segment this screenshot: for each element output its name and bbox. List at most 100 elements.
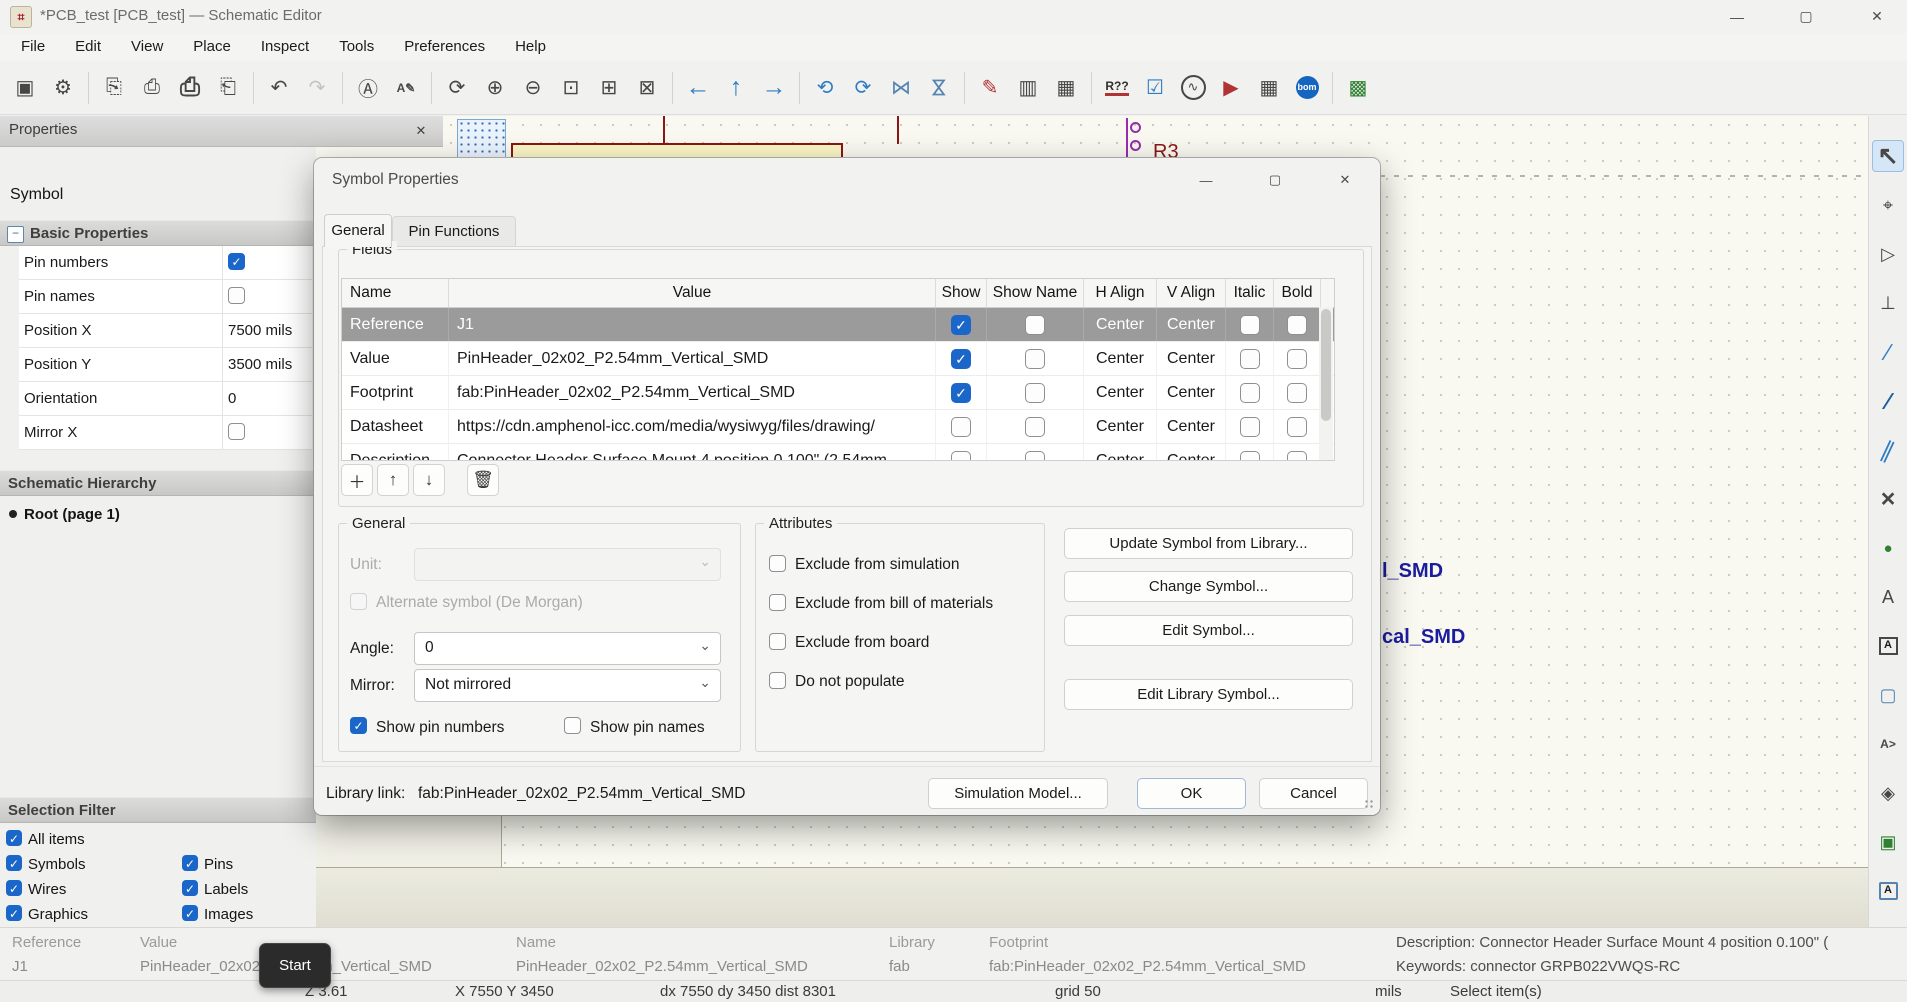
- assign-footprints-button[interactable]: ▦: [1047, 68, 1085, 108]
- show-name-checkbox[interactable]: [1025, 349, 1045, 369]
- menu-preferences[interactable]: Preferences: [389, 33, 500, 61]
- select-tool-button[interactable]: ↖: [1872, 140, 1904, 172]
- text-box-tool-button[interactable]: A: [1872, 875, 1904, 907]
- field-value[interactable]: PinHeader_02x02_P2.54mm_Vertical_SMD: [449, 342, 936, 375]
- cell-v-align[interactable]: Center: [1157, 308, 1226, 341]
- new-sheet-button[interactable]: ⎘: [95, 68, 133, 108]
- undo-button[interactable]: ↶: [260, 68, 298, 108]
- show-checkbox[interactable]: [951, 451, 971, 462]
- schematic-pin-wire[interactable]: [897, 116, 899, 144]
- maximize-icon[interactable]: ▢: [1783, 0, 1829, 33]
- show-checkbox[interactable]: [951, 349, 971, 369]
- column-header-value[interactable]: Value: [449, 279, 936, 307]
- place-symbol-tool-button[interactable]: ▷: [1872, 238, 1904, 270]
- property-row-position-y[interactable]: Position Y3500 mils: [19, 348, 312, 382]
- bold-checkbox[interactable]: [1287, 417, 1307, 437]
- cell-v-align[interactable]: Center: [1157, 444, 1226, 461]
- field-row-reference[interactable]: ReferenceJ1CenterCenter: [342, 308, 1334, 342]
- netclass-directive-tool-button[interactable]: ◈: [1872, 777, 1904, 809]
- mirror-horizontal-button[interactable]: ⋈: [882, 68, 920, 108]
- column-header-show-name[interactable]: Show Name: [987, 279, 1084, 307]
- show-checkbox[interactable]: [951, 383, 971, 403]
- mirror-select[interactable]: Not mirrored⌄: [414, 669, 721, 702]
- rotate-cw-button[interactable]: ⟳: [844, 68, 882, 108]
- italic-checkbox[interactable]: [1240, 383, 1260, 403]
- menu-place[interactable]: Place: [178, 33, 246, 61]
- panel-close-icon[interactable]: ✕: [412, 122, 430, 140]
- show-name-checkbox[interactable]: [1025, 417, 1045, 437]
- minimize-icon[interactable]: —: [1714, 0, 1760, 33]
- field-value[interactable]: fab:PinHeader_02x02_P2.54mm_Vertical_SMD: [449, 376, 936, 409]
- zoom-out-button[interactable]: ⊖: [514, 68, 552, 108]
- angle-select[interactable]: 0⌄: [414, 632, 721, 665]
- browse-symbol-libraries-button[interactable]: ▥: [1009, 68, 1047, 108]
- open-pcb-editor-button[interactable]: ▩: [1339, 68, 1377, 108]
- zoom-selection-button[interactable]: ⊠: [628, 68, 666, 108]
- basic-properties-section[interactable]: − Basic Properties: [0, 220, 316, 246]
- menu-view[interactable]: View: [116, 33, 178, 61]
- column-header-h-align[interactable]: H Align: [1084, 279, 1157, 307]
- collapse-icon[interactable]: −: [7, 226, 24, 243]
- zoom-fit-button[interactable]: ⊡: [552, 68, 590, 108]
- pin-names-checkbox[interactable]: [228, 287, 245, 304]
- cell-h-align[interactable]: Center: [1084, 444, 1157, 461]
- cell-v-align[interactable]: Center: [1157, 410, 1226, 443]
- edit-symbol-button[interactable]: Edit Symbol...: [1064, 615, 1353, 646]
- show-pin-names-checkbox[interactable]: [564, 717, 581, 734]
- menu-inspect[interactable]: Inspect: [246, 33, 324, 61]
- cell-h-align[interactable]: Center: [1084, 342, 1157, 375]
- field-value[interactable]: J1: [449, 308, 936, 341]
- rotate-ccw-button[interactable]: ⟲: [806, 68, 844, 108]
- field-row-datasheet[interactable]: Datasheethttps://cdn.amphenol-icc.com/me…: [342, 410, 1334, 444]
- tab-pin-functions[interactable]: Pin Functions: [392, 216, 516, 247]
- tab-general[interactable]: General: [324, 214, 392, 247]
- draw-wire-tool-button[interactable]: ∕: [1872, 336, 1904, 368]
- place-power-tool-button[interactable]: ⊥: [1872, 287, 1904, 319]
- field-value[interactable]: https://cdn.amphenol-icc.com/media/wysiw…: [449, 410, 936, 443]
- plot-button[interactable]: ⎙: [171, 68, 209, 108]
- cell-v-align[interactable]: Center: [1157, 376, 1226, 409]
- paste-button[interactable]: ⎗: [209, 68, 247, 108]
- simulation-model-button[interactable]: Simulation Model...: [928, 778, 1108, 809]
- resize-grip[interactable]: [1364, 799, 1374, 809]
- add-field-button[interactable]: ＋: [341, 464, 373, 496]
- tune-button[interactable]: ▶: [1212, 68, 1250, 108]
- change-symbol-button[interactable]: Change Symbol...: [1064, 571, 1353, 602]
- cell-h-align[interactable]: Center: [1084, 376, 1157, 409]
- move-field-down-button[interactable]: ↓: [413, 464, 445, 496]
- property-row-position-x[interactable]: Position X7500 mils: [19, 314, 312, 348]
- attribute-exclude-from-bill-of-materials-checkbox[interactable]: [769, 594, 786, 611]
- junction-tool-button[interactable]: ●: [1872, 532, 1904, 564]
- filter-symbols-checkbox[interactable]: [6, 855, 22, 871]
- edit-symbol-fields-button[interactable]: ✎: [971, 68, 1009, 108]
- bold-checkbox[interactable]: [1287, 451, 1307, 462]
- no-connect-tool-button[interactable]: ×: [1872, 483, 1904, 515]
- zoom-in-button[interactable]: ⊕: [476, 68, 514, 108]
- nav-right-button[interactable]: →: [755, 68, 793, 108]
- table-scrollbar[interactable]: [1319, 307, 1333, 461]
- schematic-hierarchy-section[interactable]: Schematic Hierarchy: [0, 470, 316, 496]
- bold-checkbox[interactable]: [1287, 349, 1307, 369]
- show-checkbox[interactable]: [951, 315, 971, 335]
- filter-images-checkbox[interactable]: [182, 905, 198, 921]
- refresh-button[interactable]: ⟳: [438, 68, 476, 108]
- annotate-button[interactable]: R??: [1098, 68, 1136, 108]
- show-name-checkbox[interactable]: [1025, 315, 1045, 335]
- filter-graphics-checkbox[interactable]: [6, 905, 22, 921]
- property-row-pin-numbers[interactable]: Pin numbers: [19, 246, 312, 280]
- show-name-checkbox[interactable]: [1025, 451, 1045, 462]
- show-name-checkbox[interactable]: [1025, 383, 1045, 403]
- selection-filter-section[interactable]: Selection Filter: [0, 797, 316, 823]
- menu-edit[interactable]: Edit: [60, 33, 116, 61]
- cell-h-align[interactable]: Center: [1084, 410, 1157, 443]
- find-button[interactable]: Ⓐ: [349, 68, 387, 108]
- property-row-pin-names[interactable]: Pin names: [19, 280, 312, 314]
- draw-bus-tool-button[interactable]: ∕: [1872, 385, 1904, 417]
- property-row-orientation[interactable]: Orientation0: [19, 382, 312, 416]
- pin-numbers-checkbox[interactable]: [228, 253, 245, 270]
- attribute-exclude-from-board-checkbox[interactable]: [769, 633, 786, 650]
- column-header-bold[interactable]: Bold: [1274, 279, 1321, 307]
- delete-field-button[interactable]: 🗑: [467, 464, 499, 496]
- mirror-vertical-button[interactable]: ⋈: [920, 68, 958, 108]
- italic-checkbox[interactable]: [1240, 349, 1260, 369]
